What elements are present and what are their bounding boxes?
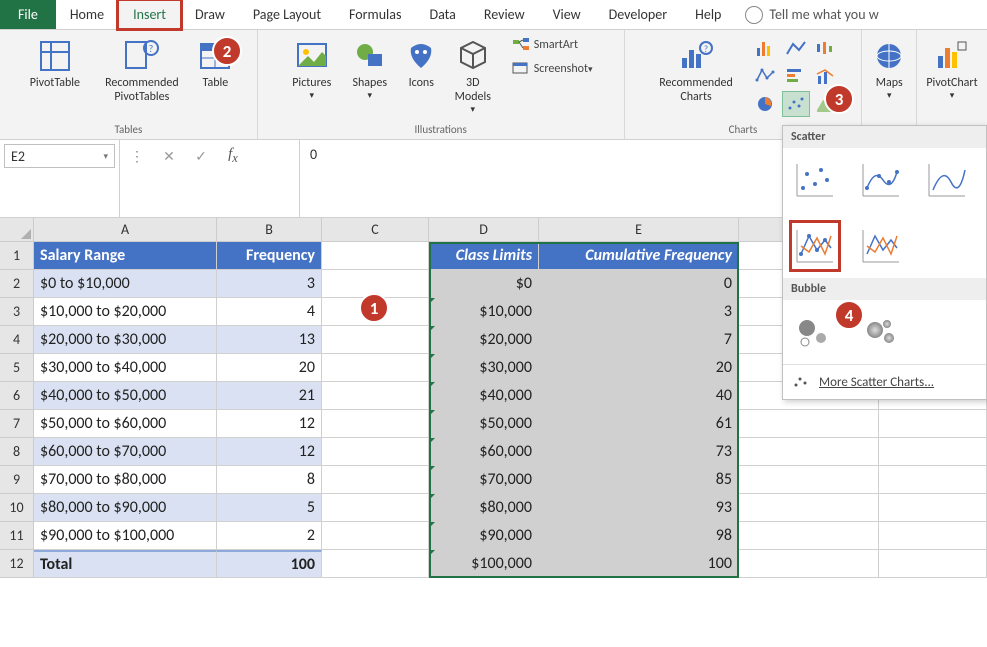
tab-view[interactable]: View [539, 0, 595, 29]
recommended-pivottables-icon: ? [124, 38, 160, 74]
tell-me-label: Tell me what you w [769, 6, 878, 23]
callout-1: 1 [359, 293, 389, 323]
lightbulb-icon [745, 6, 763, 24]
pie-chart-icon[interactable] [752, 91, 780, 117]
tell-me[interactable]: Tell me what you w [735, 0, 987, 29]
bubble-section-label: Bubble [783, 278, 986, 300]
smartart-button[interactable]: SmartArt [506, 35, 599, 55]
recommended-charts-icon: ? [678, 38, 714, 74]
bubble-option[interactable] [791, 308, 839, 356]
enter-icon[interactable]: ✓ [190, 146, 212, 166]
formula-tools-dropdown[interactable]: ⋮ [126, 146, 148, 166]
smartart-icon [512, 37, 530, 53]
winloss-chart-icon[interactable] [812, 35, 840, 61]
shapes-icon [352, 38, 388, 74]
scatter-markers-option[interactable] [791, 156, 839, 204]
name-box[interactable]: E2▾ [4, 144, 115, 168]
group-charts-label: Charts [729, 123, 758, 139]
pivottable-icon [37, 38, 73, 74]
column-chart-icon[interactable] [752, 35, 780, 61]
tab-home[interactable]: Home [56, 0, 118, 29]
bar-chart-icon[interactable] [782, 63, 810, 89]
callout-2: 2 [212, 36, 242, 66]
pivotchart-icon [934, 38, 970, 74]
cell[interactable]: Salary Range [34, 242, 217, 270]
tab-developer[interactable]: Developer [595, 0, 681, 29]
recommended-charts-button[interactable]: ? Recommended Charts [646, 35, 746, 105]
group-illustrations-label: Illustrations [415, 123, 467, 139]
tab-insert[interactable]: Insert [118, 0, 181, 29]
3d-models-button[interactable]: 3D Models▾ [444, 35, 502, 115]
fx-icon[interactable]: fx [222, 146, 244, 166]
svg-text:?: ? [149, 42, 154, 55]
recommended-pivottables-button[interactable]: ? Recommended PivotTables [91, 35, 193, 105]
maps-icon [871, 38, 907, 74]
tab-page-layout[interactable]: Page Layout [239, 0, 335, 29]
scatter-section-label: Scatter [783, 126, 986, 148]
more-scatter-charts[interactable]: More Scatter Charts... [783, 364, 986, 399]
scatter-smooth-markers-option[interactable] [857, 156, 905, 204]
screenshot-icon [512, 61, 530, 77]
screenshot-button[interactable]: Screenshot ▾ [506, 59, 599, 79]
3d-models-icon [455, 38, 491, 74]
maps-button[interactable]: Maps▾ [867, 35, 912, 101]
tab-draw[interactable]: Draw [181, 0, 239, 29]
tab-formulas[interactable]: Formulas [335, 0, 415, 29]
tab-data[interactable]: Data [415, 0, 469, 29]
bubble-3d-option[interactable] [857, 308, 905, 356]
pictures-button[interactable]: Pictures▾ [283, 35, 341, 101]
line-chart-icon[interactable] [782, 35, 810, 61]
callout-3: 3 [824, 84, 854, 114]
cancel-icon[interactable]: ✕ [158, 146, 180, 166]
pictures-icon [294, 38, 330, 74]
tab-file[interactable]: File [0, 0, 56, 29]
svg-text:?: ? [704, 44, 708, 55]
icons-button[interactable]: Icons [399, 35, 444, 91]
tab-help[interactable]: Help [681, 0, 735, 29]
scatter-dropdown: Scatter Bubble More Scatter Charts... [782, 125, 987, 400]
scatter-chart-icon[interactable] [782, 91, 810, 117]
icons-icon [403, 38, 439, 74]
scatter-smooth-option[interactable] [923, 156, 971, 204]
shapes-button[interactable]: Shapes▾ [341, 35, 399, 101]
select-all-corner[interactable] [0, 218, 34, 242]
hierarchy-chart-icon[interactable] [752, 63, 780, 89]
ribbon-tabs: File Home Insert Draw Page Layout Formul… [0, 0, 987, 30]
pivottable-button[interactable]: PivotTable [19, 35, 91, 91]
row-header[interactable]: 1 [0, 242, 34, 270]
group-tables-label: Tables [114, 123, 142, 139]
scatter-straight-option[interactable] [857, 222, 905, 270]
tab-review[interactable]: Review [470, 0, 539, 29]
callout-4: 4 [834, 300, 864, 330]
pivotchart-button[interactable]: PivotChart▾ [917, 35, 987, 101]
col-header[interactable]: A [34, 218, 217, 242]
scatter-straight-markers-option[interactable] [791, 222, 839, 270]
